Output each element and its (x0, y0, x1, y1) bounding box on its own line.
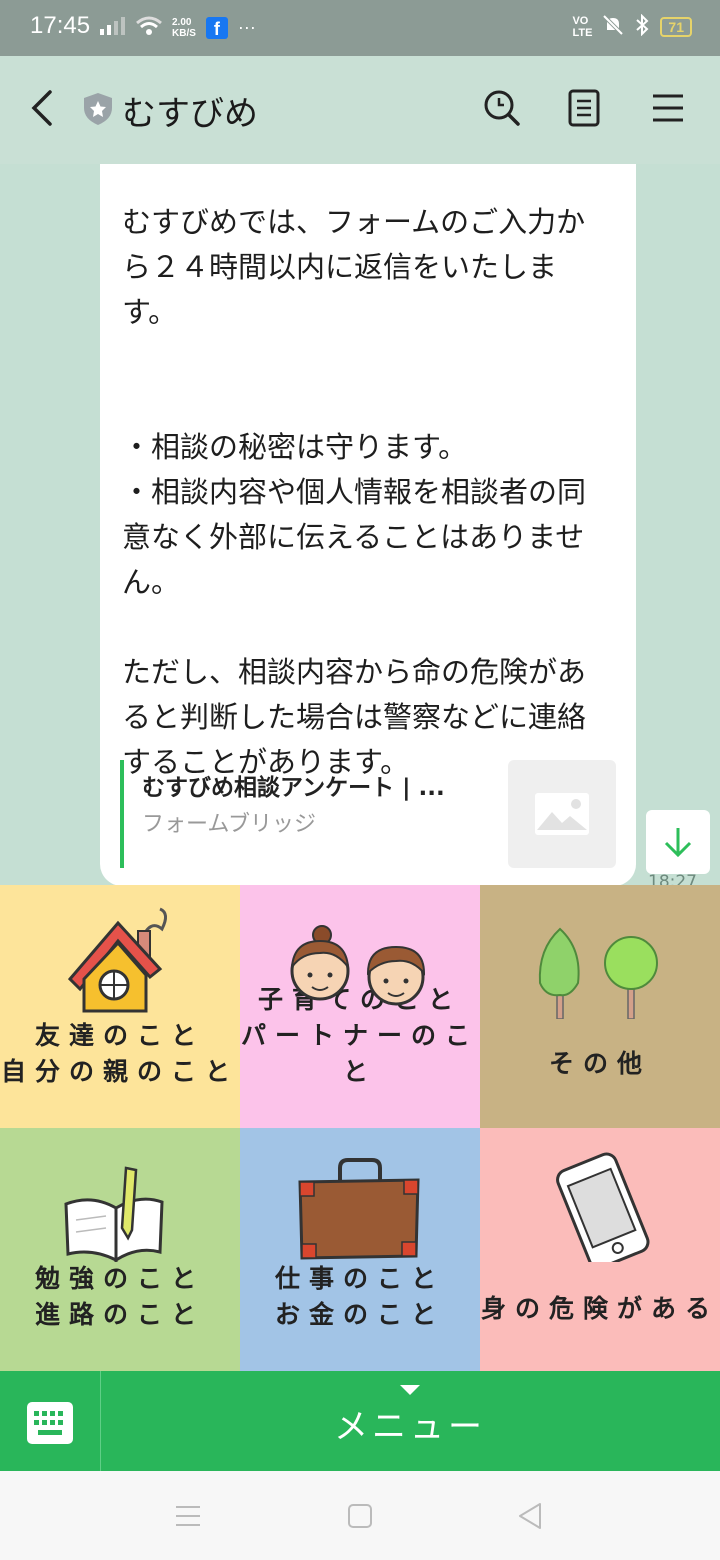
menu-study-career[interactable]: 勉強のこと 進路のこと (0, 1128, 240, 1371)
menu-icon[interactable] (650, 88, 686, 132)
notes-icon[interactable] (566, 88, 602, 132)
status-bar: 17:45 2.00 KB/S f ··· VO LTE 71 (0, 0, 720, 56)
keyboard-icon (27, 1402, 73, 1444)
menu-bar: メニュー (0, 1371, 720, 1471)
link-title: むすびめ相談アンケート | ... (142, 775, 445, 801)
wifi-icon (136, 16, 162, 39)
message-bubble: むすびめでは、フォームのご入力から２４時間以内に返信をいたします。 ・相談の秘密… (100, 164, 636, 886)
keyboard-toggle-button[interactable] (0, 1371, 101, 1471)
trees-icon (538, 927, 658, 1019)
briefcase-icon (298, 1158, 420, 1260)
home-icon[interactable] (347, 1503, 373, 1533)
scroll-down-button[interactable] (646, 810, 710, 874)
verified-shield-icon (82, 92, 114, 130)
back-nav-icon[interactable] (516, 1501, 544, 1535)
menu-label: 勉強のこと 進路のこと (34, 1264, 205, 1329)
menu-toggle-button[interactable]: メニュー (100, 1399, 720, 1448)
menu-danger[interactable]: 身の危険がある (480, 1128, 720, 1371)
menu-label: その他 (548, 1049, 651, 1078)
menu-friends-family[interactable]: 友達のこと 自分の親のこと (0, 885, 240, 1128)
recent-apps-icon[interactable] (174, 1503, 202, 1533)
caret-down-icon (400, 1385, 420, 1395)
facebook-icon: f (205, 16, 228, 39)
chat-header: むすびめ (0, 56, 720, 164)
arrow-down-icon (664, 828, 692, 858)
house-icon (67, 907, 167, 1013)
smartphone-icon (556, 1152, 650, 1262)
message-text: むすびめでは、フォームのご入力から２４時間以内に返信をいたします。 ・相談の秘密… (122, 205, 587, 779)
search-icon[interactable] (482, 88, 522, 132)
two-faces-icon (290, 925, 426, 1006)
menu-label: 身の危険がある (480, 1294, 719, 1323)
back-icon[interactable] (26, 88, 56, 132)
volte-badge: VO LTE (572, 14, 593, 39)
link-preview-card[interactable]: むすびめ相談アンケート | ... フォームブリッジ (120, 760, 616, 868)
menu-parenting-partner[interactable]: 子育てのこと パートナーのこと (240, 885, 480, 1128)
status-time: 17:45 (30, 12, 91, 39)
system-nav-bar (0, 1471, 720, 1560)
notebook-pencil-icon (64, 1166, 164, 1262)
menu-label: 仕事のこと お金のこと (274, 1264, 445, 1329)
image-placeholder-icon (508, 760, 616, 868)
page-title: むすびめ (122, 94, 258, 134)
battery-indicator: 71 (660, 16, 692, 37)
menu-label: 友達のこと 自分の親のこと (0, 1021, 239, 1086)
bluetooth-icon (634, 13, 650, 39)
bell-muted-icon (602, 14, 624, 39)
link-source: フォームブリッジ (142, 812, 317, 837)
rich-menu: 友達のこと 自分の親のこと 子育てのこと パートナーのこと その他 勉強のこと … (0, 885, 720, 1371)
menu-work-money[interactable]: 仕事のこと お金のこと (240, 1128, 480, 1371)
menu-other[interactable]: その他 (480, 885, 720, 1128)
more-notifications: ··· (237, 17, 256, 37)
signal-icon (100, 16, 126, 39)
net-speed: 2.00 KB/S (172, 16, 196, 39)
link-accent-bar (120, 760, 124, 868)
